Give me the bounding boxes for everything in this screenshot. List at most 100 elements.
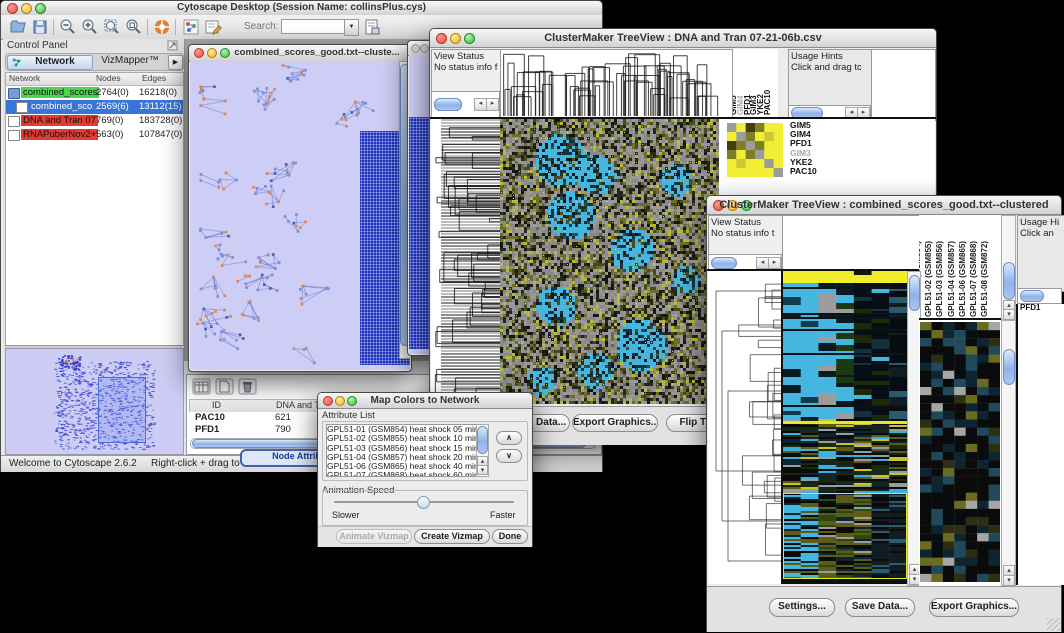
tv2-column-tree-panel xyxy=(782,215,920,272)
treeview2-title: ClusterMaker TreeView : combined_scores_… xyxy=(707,199,1061,211)
scroll-down-icon[interactable]: ▾ xyxy=(1003,575,1015,586)
column-label[interactable]: GPL51-02 (GSM855) xyxy=(924,221,933,317)
network-table-header[interactable]: Network Nodes Edges xyxy=(6,73,183,86)
tv2-labels-vscrollbar[interactable]: ▴ ▾ xyxy=(1001,215,1016,320)
network-tab-icon xyxy=(12,58,21,67)
tv2-column-labels: GPL51-01 (GSM854)GPL51-02 (GSM855)GPL51-… xyxy=(919,215,1001,318)
network-canvas-area[interactable] xyxy=(190,61,410,370)
settings-button[interactable]: Settings... xyxy=(769,598,835,617)
tv2-button-bar: Settings... Save Data... Export Graphics… xyxy=(707,586,1061,632)
cell-value: 621 xyxy=(275,412,291,423)
scroll-right-icon[interactable]: ▸ xyxy=(768,257,781,269)
cell-id: PAC10 xyxy=(195,412,225,423)
tv2-zoom-vscrollbar[interactable]: ▴ ▾ xyxy=(1001,320,1016,586)
attribute-list-vscrollbar[interactable]: ▴ ▾ xyxy=(476,424,489,477)
tv2-right-hscrollbar[interactable] xyxy=(1017,288,1062,304)
search-input[interactable] xyxy=(281,19,345,34)
network-name[interactable]: DNA and Tran 07 xyxy=(21,115,98,126)
slower-label: Slower xyxy=(332,510,360,520)
help-lifesaver-icon[interactable] xyxy=(153,18,171,36)
scroll-down-icon[interactable]: ▾ xyxy=(1003,309,1015,320)
status-welcome: Welcome to Cytoscape 2.6.2 xyxy=(9,458,137,469)
export-graphics-button[interactable]: Export Graphics... xyxy=(572,414,658,432)
column-label[interactable]: GPL51-03 (GSM856) xyxy=(935,221,944,317)
move-up-button[interactable]: ∧ xyxy=(496,431,522,445)
tv2-heatmap[interactable] xyxy=(783,271,907,584)
column-label[interactable]: PAC10 xyxy=(763,51,772,115)
attribute-list-label: Attribute List xyxy=(322,410,375,421)
treeview2-window: ClusterMaker TreeView : combined_scores_… xyxy=(706,195,1062,632)
table-row[interactable]: combined_scores2764(0)16218(0) xyxy=(6,86,183,100)
delete-attribute-icon[interactable] xyxy=(238,378,257,395)
data-col-id[interactable]: ID xyxy=(212,400,221,410)
tab-overflow-button[interactable]: ▶ xyxy=(168,55,183,70)
move-down-button[interactable]: ∨ xyxy=(496,449,522,463)
column-label[interactable]: GPL51-08 (GSM872) xyxy=(980,221,989,317)
cell-value: 790 xyxy=(275,424,291,435)
table-row[interactable]: DNA and Tran 07769(0)183728(0) xyxy=(6,114,183,128)
zoom-selected-icon[interactable] xyxy=(125,18,143,36)
tv1-left-hscrollbar[interactable]: ◂ ▸ xyxy=(431,91,500,119)
table-row[interactable]: RNAPuberNov2+563(0)107847(0) xyxy=(6,128,183,142)
control-panel-title: Control Panel xyxy=(7,40,68,51)
export-graphics-button[interactable]: Export Graphics... xyxy=(929,598,1019,617)
scroll-right-icon[interactable]: ▸ xyxy=(486,98,499,111)
dialog-title: Map Colors to Network xyxy=(318,395,532,406)
col-edges[interactable]: Edges xyxy=(142,73,166,83)
done-button[interactable]: Done xyxy=(492,529,528,544)
list-item[interactable]: GPL51-07 (GSM868) heat shock 60 min xyxy=(327,471,477,477)
network-window-title: combined_scores_good.txt--cluste... xyxy=(189,47,411,58)
tv1-view-status: View StatusNo status info f xyxy=(431,49,504,95)
search-dropdown-button[interactable]: ▼ xyxy=(344,19,359,36)
treeview1-title: ClusterMaker TreeView : DNA and Tran 07-… xyxy=(430,32,936,44)
zoom-fit-icon[interactable] xyxy=(103,18,121,36)
tv2-zoom-heatmap[interactable] xyxy=(920,322,1000,582)
scroll-down-icon[interactable]: ▾ xyxy=(477,465,488,475)
tv1-corner-panel xyxy=(871,49,936,121)
gene-label[interactable]: PAC10 xyxy=(790,167,834,176)
close-button[interactable] xyxy=(411,44,420,53)
create-vizmap-button[interactable]: Create Vizmap xyxy=(414,529,490,544)
column-label[interactable]: GPL51-04 (GSM857) xyxy=(947,221,956,317)
main-titlebar[interactable]: Cytoscape Desktop (Session Name: collins… xyxy=(1,1,602,16)
zoom-in-icon[interactable] xyxy=(81,18,99,36)
tv1-column-dendrogram[interactable] xyxy=(500,49,733,119)
network-name[interactable]: RNAPuberNov2+ xyxy=(21,129,98,140)
resize-grip[interactable] xyxy=(1047,618,1060,631)
edges-count: 13112(15) xyxy=(139,101,182,112)
edit-annotation-icon[interactable] xyxy=(204,18,222,36)
animate-vizmap-button[interactable]: Animate Vizmap xyxy=(336,529,412,544)
tv1-heatmap[interactable] xyxy=(500,119,719,404)
open-file-icon[interactable] xyxy=(9,18,27,36)
new-attribute-icon[interactable] xyxy=(215,378,234,395)
column-label[interactable]: GPL51-06 (GSM865) xyxy=(958,221,967,317)
column-label[interactable]: GPL51-07 (GSM868) xyxy=(969,221,978,317)
float-panel-icon[interactable] xyxy=(167,40,178,51)
tv1-zoom-heatmap[interactable] xyxy=(727,123,783,177)
network-name[interactable]: combined_sco xyxy=(29,101,94,112)
faster-label: Faster xyxy=(490,510,516,520)
tv1-column-labels: GIM5GIM4PFD1GIM3YKE2PAC10 xyxy=(733,49,778,117)
zoom-out-icon[interactable] xyxy=(59,18,77,36)
tv2-row-dendrogram[interactable] xyxy=(708,271,781,584)
col-network[interactable]: Network xyxy=(9,73,40,83)
save-data-button[interactable]: Save Data... xyxy=(845,598,915,617)
col-nodes[interactable]: Nodes xyxy=(96,73,121,83)
report-icon[interactable] xyxy=(363,18,381,36)
document-icon xyxy=(16,102,28,113)
main-window-title: Cytoscape Desktop (Session Name: collins… xyxy=(1,2,602,13)
minimize-button[interactable] xyxy=(420,44,429,53)
table-row[interactable]: combined_sco2569(6)13112(15) xyxy=(6,100,183,114)
network-overview-icon[interactable] xyxy=(182,18,200,36)
gene-label[interactable]: PFD1 xyxy=(1020,304,1064,313)
speed-slider-thumb[interactable] xyxy=(417,496,430,509)
attribute-list[interactable]: GPL51-01 (GSM854) heat shock 05 minGPL51… xyxy=(326,424,478,477)
tv1-usage-hints: Usage HintsClick and drag tc xyxy=(788,49,875,109)
tv1-row-dendrogram[interactable] xyxy=(431,119,500,404)
birdseye-view[interactable] xyxy=(5,348,184,455)
tab-network[interactable]: Network xyxy=(7,55,93,70)
save-icon[interactable] xyxy=(31,18,49,36)
attribute-select-icon[interactable] xyxy=(192,378,211,395)
network-name[interactable]: combined_scores xyxy=(21,87,99,98)
tab-vizmapper[interactable]: VizMapper™ xyxy=(94,55,166,68)
